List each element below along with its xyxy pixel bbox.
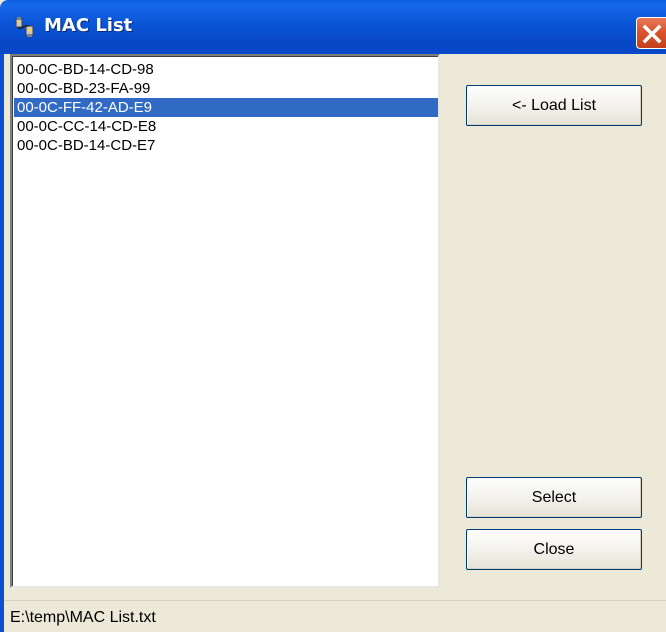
list-item-selected[interactable]: 00-0C-FF-42-AD-E9 — [14, 98, 438, 117]
mac-list-window: MAC List 00-0C-BD-14-CD-98 00-0C-BD-23-F… — [0, 0, 666, 632]
close-button[interactable]: Close — [466, 529, 642, 570]
mac-address-listbox[interactable]: 00-0C-BD-14-CD-98 00-0C-BD-23-FA-99 00-0… — [10, 54, 440, 588]
status-bar: E:\temp\MAC List.txt — [4, 600, 666, 632]
network-cable-icon — [14, 16, 36, 38]
list-item[interactable]: 00-0C-BD-14-CD-98 — [14, 60, 438, 79]
window-title: MAC List — [44, 15, 133, 36]
load-list-button[interactable]: <- Load List — [466, 85, 642, 126]
window-left-border — [0, 54, 4, 632]
status-file-path: E:\temp\MAC List.txt — [10, 609, 156, 626]
select-button[interactable]: Select — [466, 477, 642, 518]
title-bar[interactable]: MAC List — [0, 0, 666, 54]
list-item[interactable]: 00-0C-BD-14-CD-E7 — [14, 136, 438, 155]
window-close-button[interactable] — [636, 17, 666, 49]
list-item[interactable]: 00-0C-CC-14-CD-E8 — [14, 117, 438, 136]
list-item[interactable]: 00-0C-BD-23-FA-99 — [14, 79, 438, 98]
